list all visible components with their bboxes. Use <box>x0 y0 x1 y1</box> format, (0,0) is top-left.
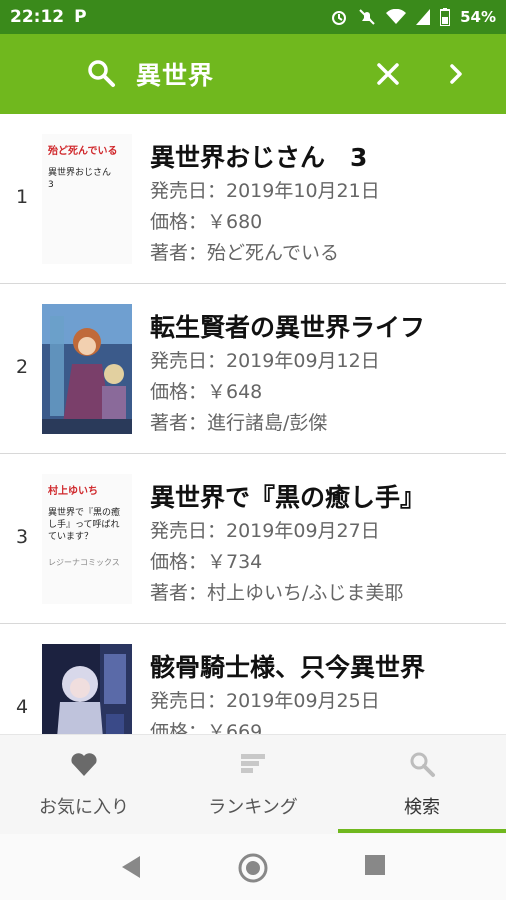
mute-icon <box>359 9 375 25</box>
item-rank: 4 <box>16 696 29 718</box>
price: 価格：￥680 <box>150 211 263 233</box>
cover-volume-text: 3 <box>48 180 54 190</box>
price: 価格：￥648 <box>150 381 263 403</box>
status-time: 22:12 <box>10 7 65 27</box>
status-bar: 22:12 P 54% <box>0 0 506 34</box>
cover-title-text: 異世界おじさん <box>48 168 112 178</box>
cover-label-text: レジーナコミックス <box>48 558 120 567</box>
search-results-list[interactable]: 1 殆ど死んでいる 異世界おじさん 3 異世界おじさん 3 発売日：2019年1… <box>0 114 506 734</box>
cover-title-text: 異世界で『黒の癒し手』って呼ばれています？ <box>48 508 121 542</box>
book-title: 異世界で『黒の癒し手』 <box>150 483 426 512</box>
wifi-icon <box>386 9 407 24</box>
tab-label: 検索 <box>404 797 440 818</box>
search-input[interactable]: 異世界 <box>136 56 214 92</box>
list-item[interactable]: 3 村上ゆいち 異世界で『黒の癒し手』って呼ばれています？ レジーナコミックス … <box>0 454 506 624</box>
bottom-navigation: お気に入り ランキング 検索 <box>0 734 506 834</box>
book-cover <box>42 644 132 734</box>
item-rank: 2 <box>16 356 29 378</box>
release-date: 発売日：2019年09月27日 <box>150 520 380 542</box>
tab-ranking[interactable]: ランキング <box>169 735 337 835</box>
battery-percent: 54% <box>460 8 496 26</box>
book-cover: 殆ど死んでいる 異世界おじさん 3 <box>42 134 132 264</box>
signal-icon <box>416 9 431 25</box>
author: 著者：村上ゆいち/ふじま美耶 <box>150 582 404 604</box>
release-date: 発売日：2019年09月12日 <box>150 350 380 372</box>
price: 価格：￥734 <box>150 551 263 573</box>
chevron-right-icon[interactable] <box>444 60 468 88</box>
back-icon[interactable] <box>118 852 144 882</box>
status-icons: 54% <box>330 8 496 26</box>
list-item[interactable]: 2 転生賢者の異世界ライフ 発売日：2019年09月12日 価格：￥648 著者… <box>0 284 506 454</box>
active-tab-indicator <box>338 829 506 833</box>
book-cover: 村上ゆいち 異世界で『黒の癒し手』って呼ばれています？ レジーナコミックス <box>42 474 132 604</box>
ranking-icon <box>241 754 265 773</box>
cover-author-text: 殆ど死んでいる <box>48 146 118 157</box>
release-date: 発売日：2019年10月21日 <box>150 180 380 202</box>
release-date: 発売日：2019年09月25日 <box>150 690 380 712</box>
search-bar: 異世界 <box>0 34 506 114</box>
book-title: 転生賢者の異世界ライフ <box>150 313 426 342</box>
cover-author-text: 村上ゆいち <box>48 486 98 497</box>
book-title: 異世界おじさん 3 <box>150 143 368 172</box>
book-title: 骸骨騎士様、只今異世界 <box>150 653 426 682</box>
search-icon <box>410 752 435 777</box>
tab-search[interactable]: 検索 <box>338 735 506 835</box>
battery-icon <box>440 8 451 26</box>
item-rank: 1 <box>16 186 29 208</box>
list-item[interactable]: 1 殆ど死んでいる 異世界おじさん 3 異世界おじさん 3 発売日：2019年1… <box>0 114 506 284</box>
app-notification-badge: P <box>74 7 87 27</box>
system-navigation-bar <box>0 834 506 900</box>
close-icon[interactable] <box>374 60 402 88</box>
recents-icon[interactable] <box>362 852 388 878</box>
author: 著者：殆ど死んでいる <box>150 242 340 264</box>
list-item[interactable]: 4 骸骨騎士様、只今異世界 発売日：2019年09月25日 価格：￥669 <box>0 624 506 734</box>
tab-label: ランキング <box>208 797 298 818</box>
home-icon[interactable] <box>237 852 269 884</box>
item-rank: 3 <box>16 526 29 548</box>
alarm-icon <box>332 11 347 25</box>
tab-label: お気に入り <box>39 797 129 818</box>
author: 著者：進行諸島/彭傑 <box>150 412 328 434</box>
price: 価格：￥669 <box>150 721 263 734</box>
tab-favorites[interactable]: お気に入り <box>0 735 168 835</box>
book-cover <box>42 304 132 434</box>
heart-icon <box>71 753 97 776</box>
search-icon[interactable] <box>86 58 116 88</box>
